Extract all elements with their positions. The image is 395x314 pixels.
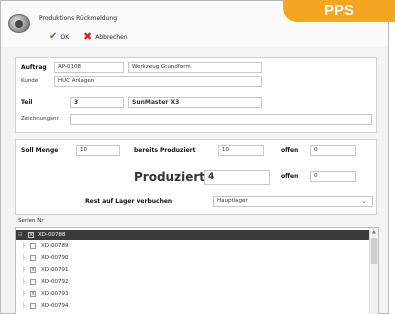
storage-location-value: Hauptlager xyxy=(217,198,248,204)
scrollbar-thumb[interactable] xyxy=(371,238,377,264)
ok-button[interactable]: ✔ OK xyxy=(49,31,70,42)
produziert-field[interactable]: 4 xyxy=(204,170,270,185)
teil-description-field[interactable]: SunMaster X3 xyxy=(128,97,262,108)
offen-label: offen xyxy=(281,147,299,154)
auftrag-field[interactable]: AP-0108 xyxy=(54,62,124,73)
serials-label: Serien Nr xyxy=(18,218,44,224)
offen-field[interactable]: 0 xyxy=(310,145,356,156)
produziert-label: Produziert xyxy=(134,170,205,184)
production-feedback-window: Produktions Rückmeldung ✔ OK ✖ Abbrechen… xyxy=(0,0,389,314)
serial-row[interactable]: ├ XD-00790 xyxy=(16,253,370,263)
order-details-group: Auftrag AP-0108 Werkzeug Grundform Kunde… xyxy=(15,57,377,133)
serial-number-tree: ⊟ × XD-00788 ├ XD-00789 ├ XD-00790 ├ × X… xyxy=(15,227,379,314)
serial-checkbox[interactable] xyxy=(30,303,36,309)
checkmark-icon: ✔ xyxy=(49,31,58,42)
soll-menge-label: Soll Menge xyxy=(21,147,59,154)
app-gear-icon xyxy=(8,14,30,33)
serial-label: XD-00793 xyxy=(41,291,69,297)
teil-field[interactable]: 3 xyxy=(70,97,124,108)
kunde-label: Kunde xyxy=(21,78,39,84)
soll-menge-field[interactable]: 10 xyxy=(76,145,120,156)
tree-line-icon: ├ xyxy=(22,255,26,261)
serial-checkbox[interactable] xyxy=(30,255,36,261)
serial-label: XD-00790 xyxy=(41,255,69,261)
serial-row[interactable]: ├ XD-00794 xyxy=(16,301,370,311)
pps-badge: PPS xyxy=(283,0,395,22)
serial-label: XD-00791 xyxy=(41,267,69,273)
serial-checkbox[interactable]: × xyxy=(28,232,34,238)
bereits-produziert-label: bereits Produziert xyxy=(134,147,196,154)
serial-row[interactable]: ├ × XD-00791 xyxy=(16,265,370,275)
chevron-down-icon: ⌄ xyxy=(361,197,367,205)
serial-label: XD-00788 xyxy=(38,232,66,238)
serial-label: XD-00789 xyxy=(41,243,69,249)
serial-row[interactable]: ├ XD-00792 xyxy=(16,277,370,287)
zeichnungsnr-field[interactable] xyxy=(70,114,372,125)
zeichnungsnr-label: Zeichnungsnr xyxy=(21,116,59,122)
serial-row[interactable]: ├ × XD-00793 xyxy=(16,289,370,299)
tree-line-icon: ├ xyxy=(22,279,26,285)
bereits-produziert-field[interactable]: 10 xyxy=(218,145,264,156)
tree-line-icon: ├ xyxy=(22,303,26,309)
tree-expander-icon: ⊟ xyxy=(18,232,23,238)
tree-line-icon: ├ xyxy=(22,243,26,249)
scroll-up-icon[interactable]: ▲ xyxy=(372,229,376,235)
serial-row[interactable]: ├ XD-00789 xyxy=(16,241,370,251)
serial-row[interactable]: ⊟ × XD-00788 xyxy=(16,230,370,240)
tree-scrollbar[interactable]: ▲ xyxy=(369,228,378,314)
window-title: Produktions Rückmeldung xyxy=(39,15,118,22)
serial-label: XD-00794 xyxy=(41,303,69,309)
cancel-label: Abbrechen xyxy=(95,33,128,41)
ok-label: OK xyxy=(60,33,70,41)
rest-auf-lager-label: Rest auf Lager verbuchen xyxy=(85,198,173,205)
tree-line-icon: ├ xyxy=(22,291,26,297)
close-icon: ✖ xyxy=(83,30,93,43)
teil-label: Teil xyxy=(21,99,33,106)
serial-checkbox[interactable] xyxy=(30,279,36,285)
storage-location-dropdown[interactable]: Hauptlager ⌄ xyxy=(213,196,373,207)
serial-checkbox[interactable]: × xyxy=(30,291,36,297)
kunde-field[interactable]: HUC Anlagen xyxy=(54,76,262,87)
auftrag-description-field[interactable]: Werkzeug Grundform xyxy=(128,62,262,73)
offen-2-field[interactable]: 0 xyxy=(310,171,356,182)
auftrag-label: Auftrag xyxy=(21,64,47,71)
serial-label: XD-00792 xyxy=(41,279,69,285)
serial-checkbox[interactable]: × xyxy=(30,267,36,273)
serial-checkbox[interactable] xyxy=(30,243,36,249)
tree-line-icon: ├ xyxy=(22,267,26,273)
offen-2-label: offen xyxy=(281,173,299,180)
cancel-button[interactable]: ✖ Abbrechen xyxy=(83,30,128,43)
